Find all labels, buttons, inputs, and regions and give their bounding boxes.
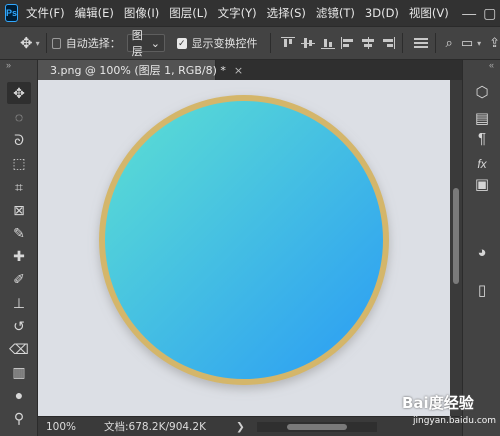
lasso-icon[interactable]: ᘐ (7, 129, 31, 151)
dodge-icon[interactable]: ⚲ (7, 407, 31, 429)
chevron-down-icon[interactable]: ▾ (477, 39, 481, 48)
quick-select-icon[interactable]: ⬚ (7, 152, 31, 174)
auto-select-label: 自动选择： (65, 37, 121, 50)
healing-icon[interactable]: ✚ (7, 245, 31, 267)
menu-select[interactable]: 选择(S) (267, 5, 306, 21)
zoom-level[interactable]: 100% (38, 421, 78, 433)
blur-icon[interactable]: ● (7, 384, 31, 406)
minimize-button[interactable]: — (459, 5, 480, 21)
palette-icon[interactable]: ◕ (471, 242, 493, 262)
eyedropper-icon[interactable]: ✎ (7, 222, 31, 244)
canvas-image (38, 80, 450, 416)
document-info: 文档:678.2K/904.2K (104, 421, 206, 433)
frame-icon[interactable]: ⊠ (7, 199, 31, 221)
3d-cube-icon[interactable]: ⬡ (471, 82, 493, 102)
workspace-icon[interactable]: ▭ (461, 35, 473, 51)
share-icon[interactable]: ⇪ (489, 35, 500, 51)
menu-view[interactable]: 视图(V) (409, 5, 449, 21)
menu-3d[interactable]: 3D(D) (365, 6, 399, 20)
document-tab[interactable]: 3.png @ 100% (图层 1, RGB/8) * × (38, 60, 243, 80)
collapse-icon[interactable]: « (489, 60, 494, 70)
menu-edit[interactable]: 编辑(E) (75, 5, 114, 21)
chevron-right-icon[interactable]: ❯ (236, 421, 245, 433)
separator (402, 33, 403, 53)
menu-image[interactable]: 图像(I) (124, 5, 159, 21)
align-bottom-icon[interactable] (321, 37, 336, 49)
align-right-icon[interactable] (381, 37, 396, 49)
vertical-scrollbar[interactable] (450, 80, 462, 416)
watermark-url: jingyan.baidu.com (413, 416, 497, 426)
document-tab-bar: 3.png @ 100% (图层 1, RGB/8) * × (38, 60, 462, 80)
move-icon[interactable]: ✥ (7, 82, 31, 104)
eraser-icon[interactable]: ⌫ (7, 338, 31, 360)
separator (45, 33, 47, 53)
auto-select-checkbox[interactable] (52, 37, 61, 49)
status-bar: 100% 文档:678.2K/904.2K ❯ (38, 416, 462, 436)
menu-layer[interactable]: 图层(L) (169, 5, 207, 21)
horizontal-scrollbar[interactable] (256, 421, 377, 432)
chevron-down-icon: ⌄ (150, 36, 160, 50)
menu-type[interactable]: 文字(Y) (218, 5, 257, 21)
adjust-icon[interactable]: ▯ (471, 280, 493, 300)
align-left-icon[interactable] (341, 37, 354, 49)
align-vcenter-icon[interactable] (301, 37, 316, 49)
restore-button[interactable]: ▢ (479, 5, 500, 22)
menu-filter[interactable]: 滤镜(T) (316, 5, 355, 21)
show-transform-checkbox[interactable]: ✓ (176, 37, 187, 49)
document-tab-title: 3.png @ 100% (图层 1, RGB/8) * (50, 64, 226, 77)
canvas-area[interactable] (38, 80, 450, 416)
libraries-icon[interactable]: ▣ (471, 174, 493, 194)
separator (269, 33, 271, 53)
layer-select-value: 图层 (131, 29, 143, 58)
stamp-icon[interactable]: ⊥ (7, 292, 31, 314)
move-tool-icon[interactable]: ✥ (20, 34, 33, 52)
watermark-brand: Bai度经验 (402, 394, 474, 412)
chevron-down-icon[interactable]: ▾ (36, 39, 40, 48)
gradient-circle (105, 101, 383, 379)
layer-select-dropdown[interactable]: 图层 ⌄ (126, 29, 165, 58)
menu-file[interactable]: 文件(F) (26, 5, 65, 21)
search-icon[interactable]: ⌕ (446, 35, 453, 51)
align-top-icon[interactable] (281, 37, 296, 49)
properties-icon[interactable]: ▤ (471, 108, 493, 128)
show-transform-label: 显示变换控件 (191, 37, 258, 50)
crop-icon[interactable]: ⌗ (7, 176, 31, 198)
lasso-ellipse-icon[interactable]: ◌ (7, 106, 31, 128)
scroll-thumb[interactable] (286, 423, 347, 430)
distribute-icon[interactable] (413, 37, 428, 49)
fx-icon[interactable]: fx (471, 154, 493, 174)
align-hcenter-icon[interactable] (361, 37, 375, 49)
right-panel-strip: « ⬡ ▤ ¶ fx ▣ ◕ ▯ (462, 60, 500, 436)
tools-panel: » ✥ ◌ ᘐ ⬚ ⌗ ⊠ ✎ ✚ ✐ ⊥ ↺ ⌫ ▥ ● ⚲ (0, 60, 38, 436)
close-icon[interactable]: × (234, 64, 243, 77)
menu-bar: Ps 文件(F) 编辑(E) 图像(I) 图层(L) 文字(Y) 选择(S) 滤… (0, 0, 500, 26)
history-brush-icon[interactable]: ↺ (7, 315, 31, 337)
separator (434, 33, 436, 53)
options-bar: ✥ ▾ 自动选择： 图层 ⌄ ✓ 显示变换控件 ⌕ ▭ ▾ ⇪ (0, 26, 500, 60)
photoshop-logo: Ps (5, 4, 19, 22)
scroll-thumb[interactable] (453, 188, 459, 284)
paragraph-icon[interactable]: ¶ (471, 128, 493, 148)
brush-icon[interactable]: ✐ (7, 268, 31, 290)
collapse-icon[interactable]: » (6, 60, 11, 70)
gradient-icon[interactable]: ▥ (7, 361, 31, 383)
